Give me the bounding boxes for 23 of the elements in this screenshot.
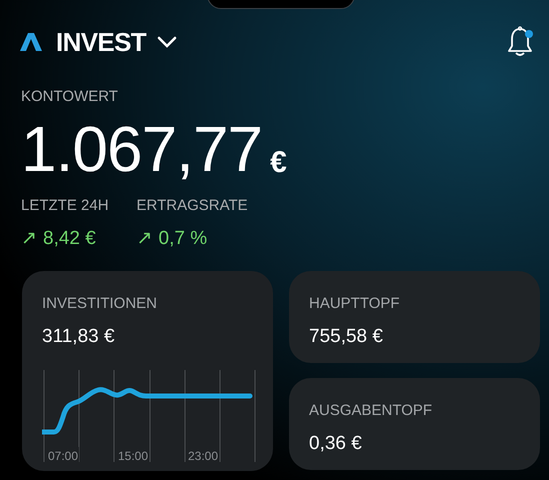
investments-card[interactable]: INVESTITIONEN 311,83 € 07:00 15:00 23:00 xyxy=(22,270,273,470)
stat-label: ERTRAGSRATE xyxy=(136,196,248,216)
balance-card[interactable]: AUSGABENTOPF 0,36 € xyxy=(289,378,540,470)
chevron-down-icon[interactable] xyxy=(157,36,178,48)
stat-label: LETZTE 24H xyxy=(21,196,109,216)
trend-arrow: ↗ xyxy=(136,227,153,251)
axis-label: 07:00 xyxy=(47,446,80,464)
account-value: 1.067,77 xyxy=(21,116,262,180)
currency-symbol: € xyxy=(270,148,287,178)
bell-icon[interactable] xyxy=(506,26,534,58)
card-label: HAUPTTOPF xyxy=(309,294,401,314)
balance-card[interactable]: HAUPTTOPF 755,58 € xyxy=(289,270,540,362)
account-label: KONTOWERT xyxy=(21,87,119,107)
card-label: INVESTITIONEN xyxy=(42,294,158,314)
app-title[interactable]: INVEST xyxy=(56,22,146,62)
card-value: 0,36 € xyxy=(309,432,363,456)
card-value: 311,83 € xyxy=(42,325,116,349)
stat-value: 0,7 % xyxy=(158,227,208,251)
card-label: AUSGABENTOPF xyxy=(309,400,434,420)
card-value: 755,58 € xyxy=(309,325,384,349)
logo-icon xyxy=(20,33,42,51)
stat-value: 8,42 € xyxy=(43,227,96,251)
trend-arrow: ↗ xyxy=(21,227,37,251)
